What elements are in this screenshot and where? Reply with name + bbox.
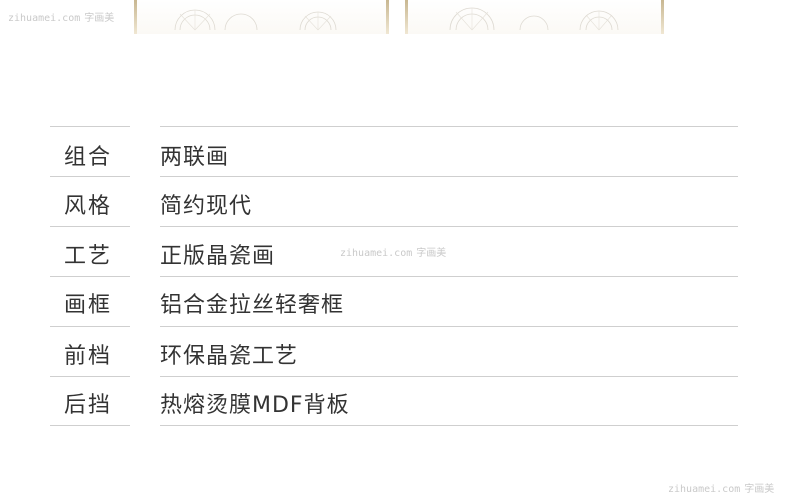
spec-label: 组合 — [64, 145, 113, 170]
spec-label: 风格 — [64, 194, 113, 219]
spec-value: 简约现代 — [160, 194, 253, 219]
row-rule-value — [160, 425, 738, 426]
row-rule-label — [50, 376, 130, 377]
spec-table: 组合 两联画 风格 简约现代 工艺 正版晶瓷画 画框 铝合金拉丝轻奢框 前档 环… — [0, 0, 790, 500]
spec-value: 热熔烫膜MDF背板 — [160, 393, 350, 418]
spec-value: 环保晶瓷工艺 — [160, 344, 299, 369]
spec-label: 后挡 — [64, 393, 113, 418]
spec-label: 工艺 — [64, 244, 113, 269]
row-rule-value — [160, 326, 738, 327]
row-rule-label — [50, 226, 130, 227]
row-rule-label — [50, 276, 130, 277]
spec-value: 两联画 — [160, 145, 230, 170]
row-rule-value — [160, 226, 738, 227]
row-rule-value — [160, 276, 738, 277]
spec-value: 正版晶瓷画 — [160, 244, 276, 269]
spec-value: 铝合金拉丝轻奢框 — [160, 293, 345, 318]
spec-label: 画框 — [64, 293, 113, 318]
row-rule-label — [50, 176, 130, 177]
row-rule-value — [160, 176, 738, 177]
table-top-rule-value — [160, 126, 738, 127]
spec-label: 前档 — [64, 344, 113, 369]
row-rule-label — [50, 326, 130, 327]
row-rule-label — [50, 425, 130, 426]
row-rule-value — [160, 376, 738, 377]
table-top-rule-label — [50, 126, 130, 127]
